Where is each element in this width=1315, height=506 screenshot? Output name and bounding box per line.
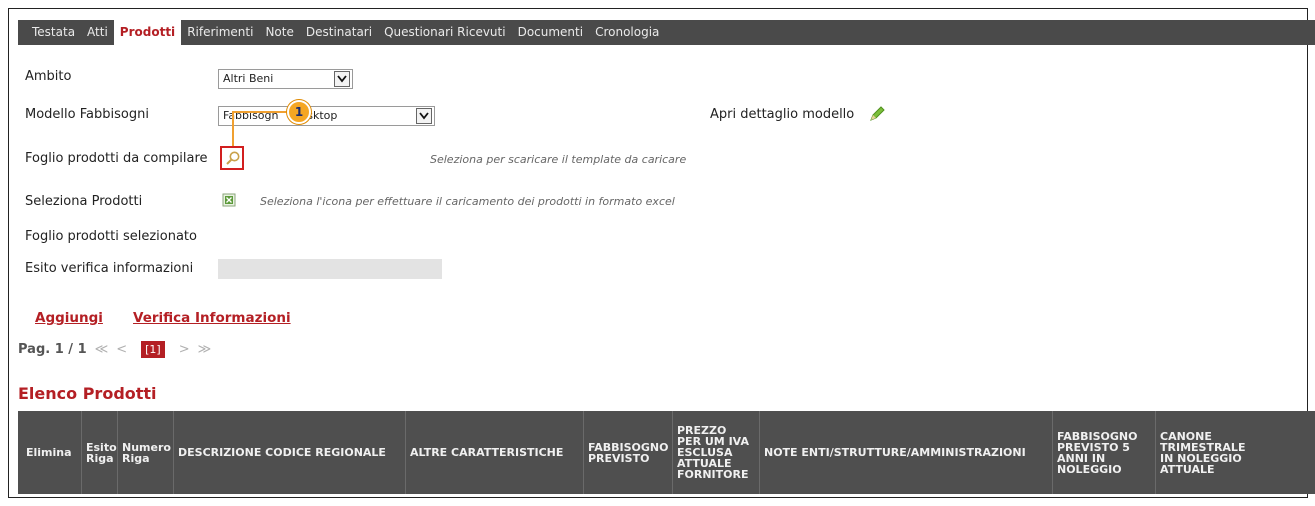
ambito-select-value: Altri Beni — [223, 72, 274, 85]
tab-documenti[interactable]: Documenti — [512, 20, 590, 45]
foglio-label: Foglio prodotti da compilare — [25, 151, 208, 166]
chevron-down-icon — [416, 108, 432, 124]
column-header-fabbisogno-previsto[interactable]: FABBISOGNO PREVISTO — [584, 411, 673, 494]
column-header-fabbisogno-5-anni[interactable]: FABBISOGNO PREVISTO 5 ANNI IN NOLEGGIO — [1053, 411, 1156, 494]
excel-icon[interactable] — [222, 192, 236, 207]
ambito-label: Ambito — [25, 69, 72, 84]
annotation-badge: 1 — [287, 100, 311, 124]
modello-select[interactable]: Fabbisogn esktop — [218, 106, 435, 126]
column-header-descrizione-codice-regionale[interactable]: DESCRIZIONE CODICE REGIONALE — [174, 411, 406, 494]
tab-riferimenti[interactable]: Riferimenti — [181, 20, 259, 45]
column-header-prezzo-per-um[interactable]: PREZZO PER UM IVA ESCLUSA ATTUALE FORNITORE — [673, 411, 760, 494]
pencil-icon[interactable] — [868, 105, 886, 123]
tab-cronologia[interactable]: Cronologia — [589, 20, 665, 45]
magnifier-icon[interactable] — [225, 150, 241, 166]
section-title-elenco-prodotti: Elenco Prodotti — [18, 384, 157, 403]
column-header-canone-trimestrale[interactable]: CANONE TRIMESTRALE IN NOLEGGIO ATTUALE — [1156, 411, 1254, 494]
annotation-leader-line — [233, 111, 288, 113]
tab-note[interactable]: Note — [259, 20, 299, 45]
tab-destinatari[interactable]: Destinatari — [300, 20, 378, 45]
products-table-header: Elimina Esito Riga Numero Riga DESCRIZIONE… — [18, 411, 1315, 494]
tab-testata[interactable]: Testata — [18, 20, 81, 45]
aggiungi-link[interactable]: Aggiungi — [35, 310, 103, 326]
tab-prodotti[interactable]: Prodotti — [113, 20, 182, 45]
modello-label: Modello Fabbisogni — [25, 107, 149, 122]
esito-field — [218, 259, 442, 279]
column-header-numero-riga[interactable]: Numero Riga — [118, 411, 174, 494]
column-header-esito-riga[interactable]: Esito Riga — [82, 411, 118, 494]
first-page-icon[interactable]: ≪ — [95, 342, 109, 357]
tab-questionari-ricevuti[interactable]: Questionari Ricevuti — [378, 20, 512, 45]
column-header-elimina[interactable]: Elimina — [18, 411, 82, 494]
prev-page-icon[interactable]: < — [116, 342, 127, 357]
seleziona-prodotti-label: Seleziona Prodotti — [25, 194, 143, 209]
page-indicator: Pag. 1 / 1 — [18, 342, 87, 357]
annotation-leader-line — [232, 111, 234, 147]
chevron-down-icon — [334, 71, 350, 87]
tab-bar: Testata Atti Prodotti Riferimenti Note D… — [18, 20, 1315, 45]
tab-atti[interactable]: Atti — [81, 20, 114, 45]
verifica-informazioni-link[interactable]: Verifica Informazioni — [133, 310, 291, 326]
seleziona-hint: Seleziona l'icona per effettuare il cari… — [260, 195, 675, 208]
ambito-select[interactable]: Altri Beni — [218, 69, 353, 89]
esito-label: Esito verifica informazioni — [25, 261, 194, 276]
next-page-icon[interactable]: > — [179, 342, 190, 357]
page-button-current[interactable]: [1] — [141, 341, 165, 358]
column-header-altre-caratteristiche[interactable]: ALTRE CARATTERISTICHE — [406, 411, 584, 494]
apri-dettaglio-label: Apri dettaglio modello — [710, 107, 855, 122]
last-page-icon[interactable]: ≫ — [198, 342, 212, 357]
foglio-selezionato-label: Foglio prodotti selezionato — [25, 229, 197, 244]
foglio-hint: Seleziona per scaricare il template da c… — [430, 153, 687, 166]
pagination: Pag. 1 / 1 ≪ < [1] > ≫ — [18, 341, 211, 358]
column-header-note-enti[interactable]: NOTE ENTI/STRUTTURE/AMMINISTRAZIONI — [760, 411, 1053, 494]
